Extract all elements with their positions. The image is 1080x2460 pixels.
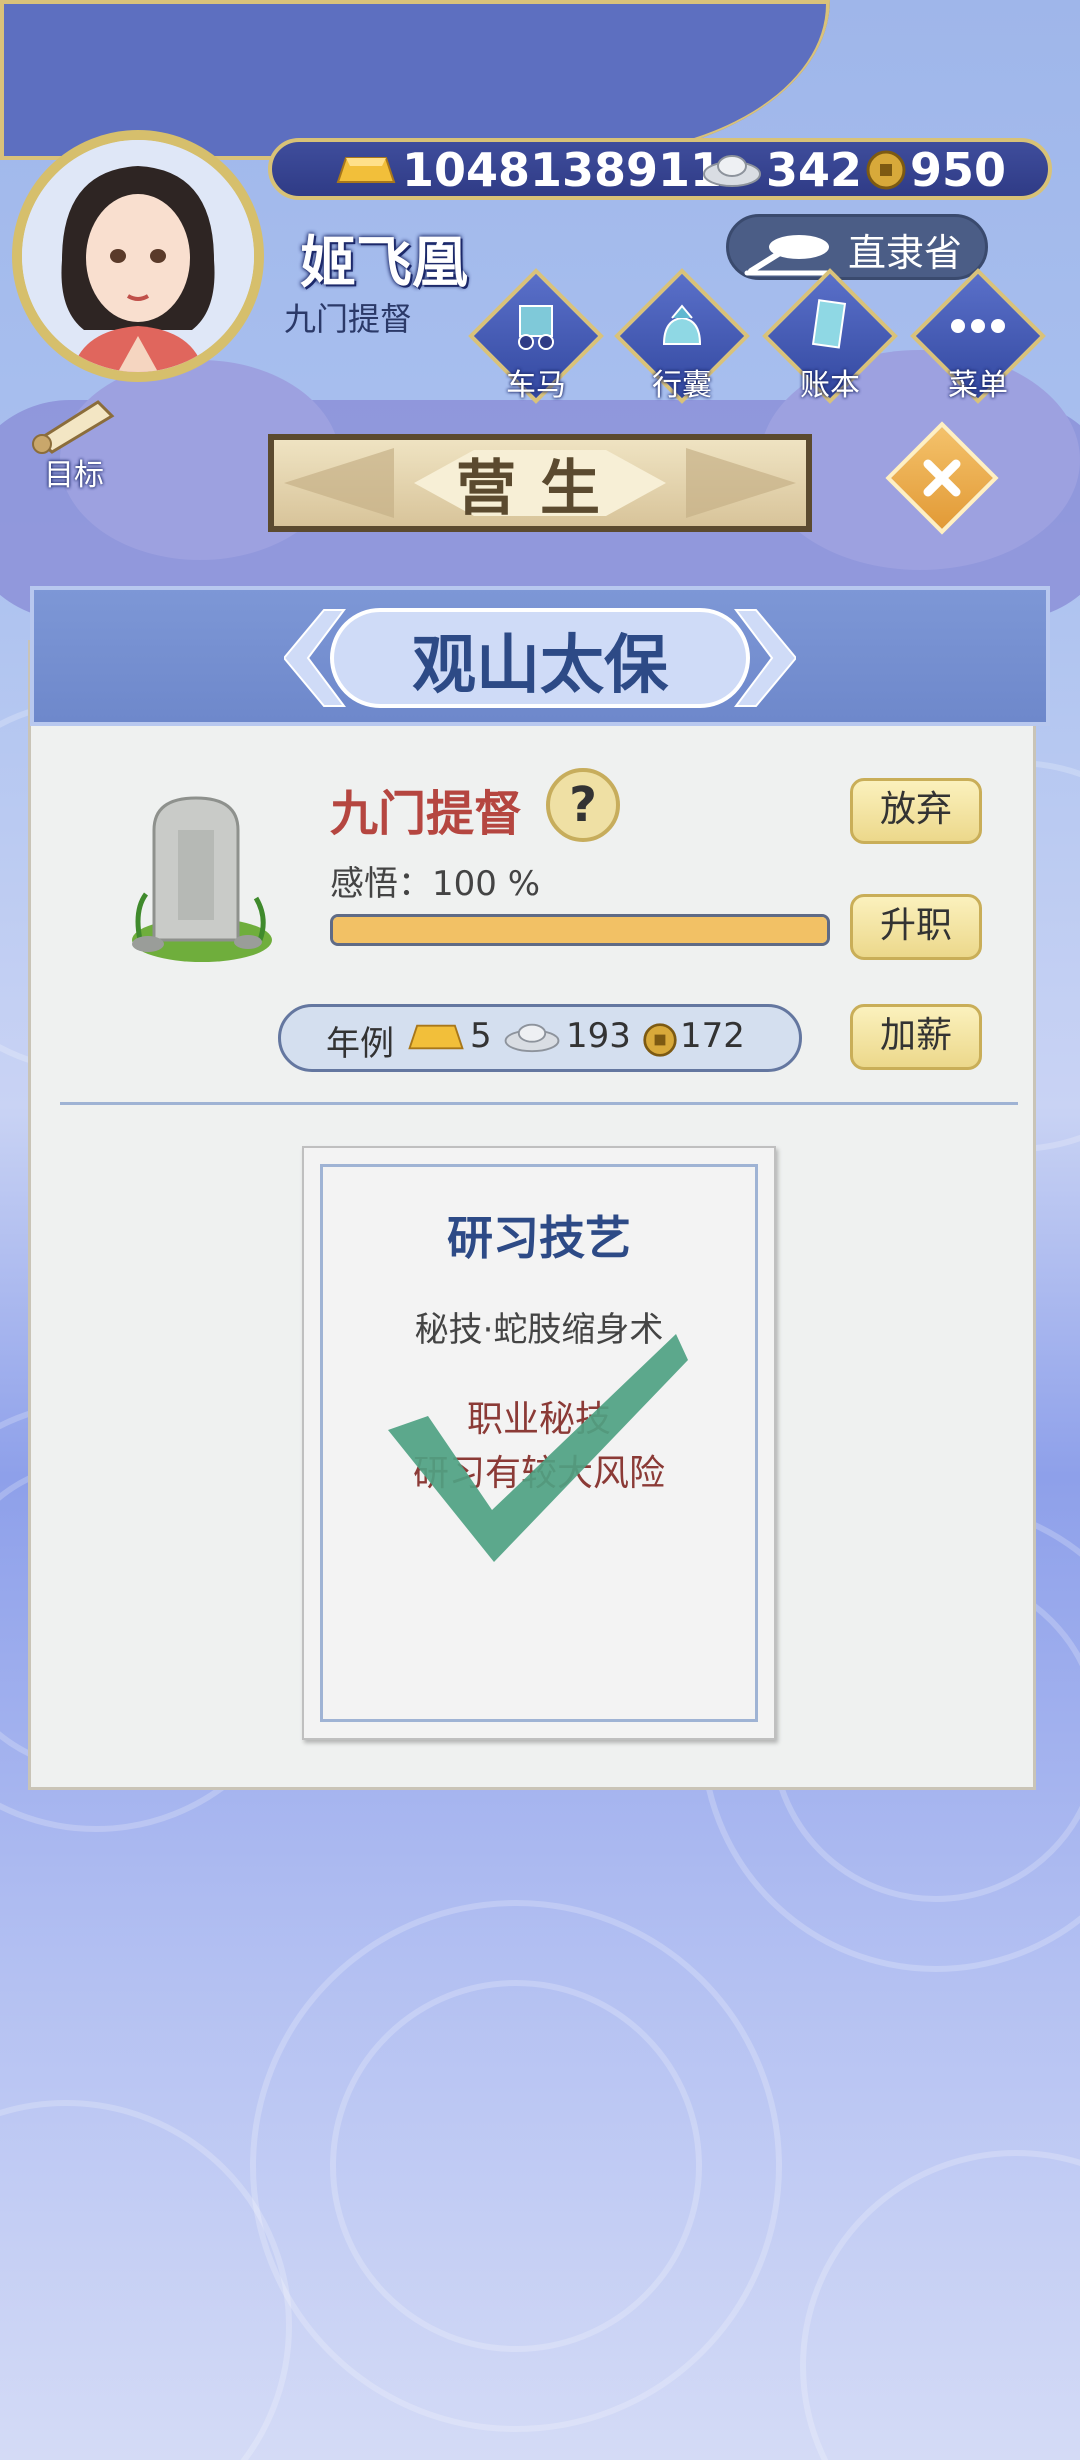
target-button[interactable]: 目标: [14, 396, 134, 493]
job-title: 九门提督: [330, 786, 523, 842]
page-title: 营生: [456, 454, 624, 524]
coin-amount: 950: [910, 143, 1007, 197]
insight-label: 感悟：100 %: [330, 864, 541, 904]
nav-label-bundle: 行囊: [652, 368, 712, 403]
silver-amount: 342: [766, 143, 863, 197]
ledger-icon: [811, 299, 847, 349]
scroll-icon: [32, 400, 115, 454]
player-name: 姬飞凰: [300, 231, 468, 296]
insight-progress-fill: [333, 917, 827, 943]
nav-menu-button[interactable]: 菜单: [910, 268, 1046, 404]
bundle-icon: [662, 304, 702, 345]
avatar[interactable]: [12, 130, 264, 382]
copper-coin-icon: [643, 1023, 677, 1057]
player-rank: 九门提督: [284, 300, 413, 338]
raise-salary-button[interactable]: 加薪: [850, 1004, 982, 1070]
salary-silver: 193: [566, 1016, 631, 1056]
salary-gold: 5: [470, 1016, 492, 1056]
nav-label-menu: 菜单: [948, 368, 1008, 403]
promote-button[interactable]: 升职: [850, 894, 982, 960]
abandon-button[interactable]: 放弃: [850, 778, 982, 844]
gold-ingot-icon: [336, 152, 396, 186]
silver-ingot-icon: [504, 1023, 560, 1053]
nav-ledger-button[interactable]: 账本: [762, 268, 898, 404]
salary-coin: 172: [680, 1016, 745, 1056]
help-button[interactable]: ?: [546, 768, 620, 842]
checkmark-icon: [388, 1334, 688, 1562]
target-label: 目标: [44, 458, 104, 493]
province-label: 直隶省: [848, 231, 963, 275]
salary-label: 年例: [326, 1024, 394, 1064]
province-seal-icon: [744, 235, 830, 276]
card-title: 研习技艺: [447, 1211, 631, 1265]
gold-ingot-icon: [408, 1024, 464, 1050]
nav-label-ledger: 账本: [800, 368, 860, 403]
more-icon: [951, 319, 1005, 333]
insight-progress-bar: [330, 914, 830, 946]
carriage-icon: [518, 305, 554, 350]
close-icon: [923, 459, 961, 497]
panel-title: 观山太保: [412, 629, 668, 703]
silver-ingot-icon: [702, 152, 762, 188]
tombstone-icon: [132, 796, 272, 962]
gold-amount: 1048138911: [402, 143, 723, 197]
nav-label-carriage: 车马: [506, 368, 566, 403]
nav-carriage-button[interactable]: 车马: [468, 268, 604, 404]
portrait-icon: [22, 140, 254, 372]
divider: [60, 1102, 1018, 1105]
nav-bundle-button[interactable]: 行囊: [614, 268, 750, 404]
copper-coin-icon: [866, 150, 906, 190]
